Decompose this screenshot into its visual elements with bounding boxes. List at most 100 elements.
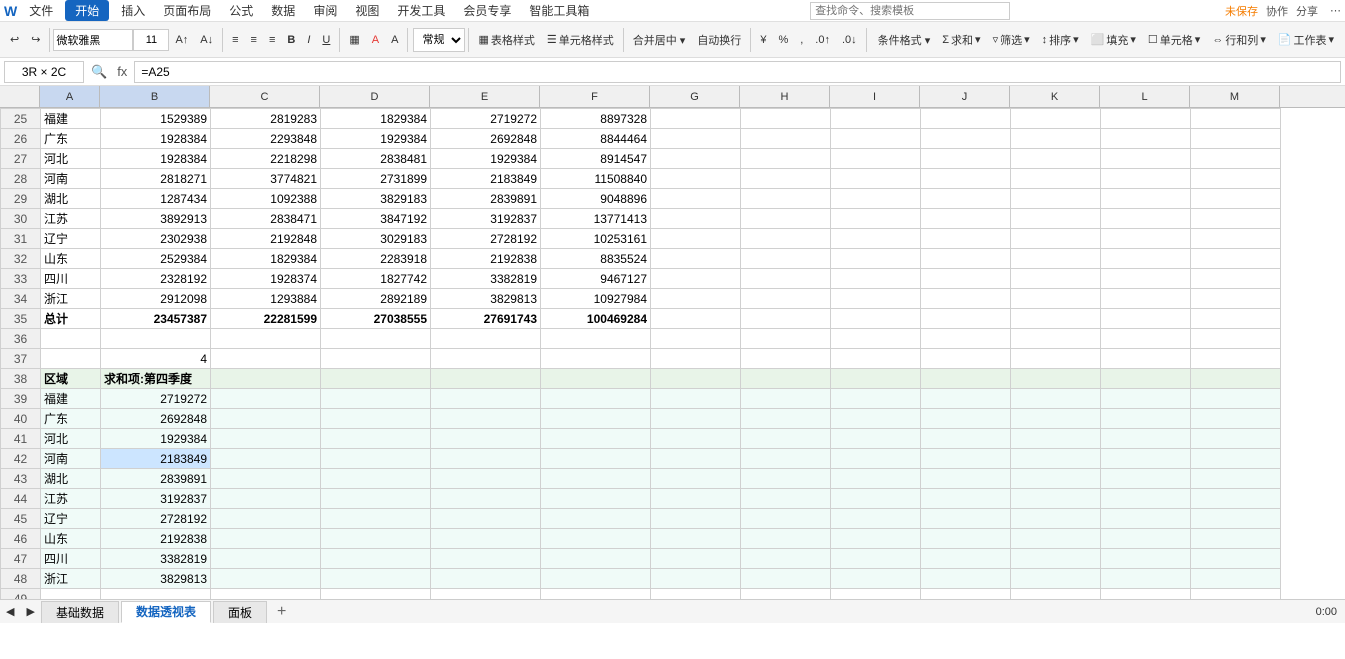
cell-33-6[interactable] [651, 269, 741, 289]
cell-30-1[interactable]: 3892913 [101, 209, 211, 229]
cell-33-7[interactable] [741, 269, 831, 289]
cell-29-12[interactable] [1191, 189, 1281, 209]
redo-btn[interactable]: ↪ [25, 30, 46, 49]
cell-28-7[interactable] [741, 169, 831, 189]
cell-40-8[interactable] [831, 409, 921, 429]
menu-formula[interactable]: 公式 [223, 0, 259, 21]
cell-26-1[interactable]: 1928384 [101, 129, 211, 149]
cell-47-2[interactable] [211, 549, 321, 569]
cell-43-6[interactable] [651, 469, 741, 489]
col-header-d[interactable]: D [320, 86, 430, 107]
cell-41-1[interactable]: 1929384 [101, 429, 211, 449]
cell-25-1[interactable]: 1529389 [101, 109, 211, 129]
cell-31-8[interactable] [831, 229, 921, 249]
cell-btn[interactable]: ☐ 单元格▾ [1142, 29, 1206, 51]
row-header-49[interactable]: 49 [1, 589, 41, 600]
cell-33-1[interactable]: 2328192 [101, 269, 211, 289]
cell-40-6[interactable] [651, 409, 741, 429]
cell-25-3[interactable]: 1829384 [321, 109, 431, 129]
row-header-39[interactable]: 39 [1, 389, 41, 409]
cell-42-11[interactable] [1101, 449, 1191, 469]
decimal-up-btn[interactable]: .0↑ [809, 31, 836, 49]
cell-45-7[interactable] [741, 509, 831, 529]
col-header-m[interactable]: M [1190, 86, 1280, 107]
cell-27-11[interactable] [1101, 149, 1191, 169]
cell-25-2[interactable]: 2819283 [211, 109, 321, 129]
cell-47-4[interactable] [431, 549, 541, 569]
sheet-tab-数据透视表[interactable]: 数据透视表 [121, 601, 211, 623]
col-header-b[interactable]: B [100, 86, 210, 107]
col-header-c[interactable]: C [210, 86, 320, 107]
cell-30-7[interactable] [741, 209, 831, 229]
cell-28-8[interactable] [831, 169, 921, 189]
cell-48-11[interactable] [1101, 569, 1191, 589]
cell-42-3[interactable] [321, 449, 431, 469]
cell-29-8[interactable] [831, 189, 921, 209]
cell-29-0[interactable]: 湖北 [41, 189, 101, 209]
cell-33-2[interactable]: 1928374 [211, 269, 321, 289]
cell-44-11[interactable] [1101, 489, 1191, 509]
col-header-l[interactable]: L [1100, 86, 1190, 107]
cell-44-9[interactable] [921, 489, 1011, 509]
cell-33-9[interactable] [921, 269, 1011, 289]
cell-28-0[interactable]: 河南 [41, 169, 101, 189]
cell-35-12[interactable] [1191, 309, 1281, 329]
row-header-45[interactable]: 45 [1, 509, 41, 529]
cell-38-10[interactable] [1011, 369, 1101, 389]
cell-26-9[interactable] [921, 129, 1011, 149]
cell-35-8[interactable] [831, 309, 921, 329]
cell-47-5[interactable] [541, 549, 651, 569]
cell-34-1[interactable]: 2912098 [101, 289, 211, 309]
cell-25-7[interactable] [741, 109, 831, 129]
cell-34-11[interactable] [1101, 289, 1191, 309]
cell-25-10[interactable] [1011, 109, 1101, 129]
cell-32-6[interactable] [651, 249, 741, 269]
cell-37-1[interactable]: 4 [101, 349, 211, 369]
cell-44-3[interactable] [321, 489, 431, 509]
cell-40-3[interactable] [321, 409, 431, 429]
cell-41-12[interactable] [1191, 429, 1281, 449]
cell-34-3[interactable]: 2892189 [321, 289, 431, 309]
cell-45-12[interactable] [1191, 509, 1281, 529]
row-header-30[interactable]: 30 [1, 209, 41, 229]
cell-37-5[interactable] [541, 349, 651, 369]
cell-39-2[interactable] [211, 389, 321, 409]
cell-47-0[interactable]: 四川 [41, 549, 101, 569]
cell-37-2[interactable] [211, 349, 321, 369]
menu-insert[interactable]: 插入 [115, 0, 151, 21]
cell-46-8[interactable] [831, 529, 921, 549]
cell-43-3[interactable] [321, 469, 431, 489]
scroll-sheets-right[interactable]: ▶ [20, 602, 40, 621]
cell-37-11[interactable] [1101, 349, 1191, 369]
cell-42-7[interactable] [741, 449, 831, 469]
cell-44-6[interactable] [651, 489, 741, 509]
cell-49-1[interactable] [101, 589, 211, 600]
cell-39-4[interactable] [431, 389, 541, 409]
row-header-47[interactable]: 47 [1, 549, 41, 569]
cell-28-4[interactable]: 2183849 [431, 169, 541, 189]
sheet-tab-面板[interactable]: 面板 [213, 601, 267, 623]
cell-25-11[interactable] [1101, 109, 1191, 129]
cell-38-11[interactable] [1101, 369, 1191, 389]
cell-36-3[interactable] [321, 329, 431, 349]
cell-38-3[interactable] [321, 369, 431, 389]
cell-32-0[interactable]: 山东 [41, 249, 101, 269]
cell-26-2[interactable]: 2293848 [211, 129, 321, 149]
cell-36-12[interactable] [1191, 329, 1281, 349]
cell-44-1[interactable]: 3192837 [101, 489, 211, 509]
undo-btn[interactable]: ↩ [4, 30, 25, 49]
fill-btn[interactable]: ⬜ 填充▾ [1085, 29, 1142, 51]
cell-36-2[interactable] [211, 329, 321, 349]
cell-25-5[interactable]: 8897328 [541, 109, 651, 129]
col-header-e[interactable]: E [430, 86, 540, 107]
cell-38-1[interactable]: 求和项:第四季度 [101, 369, 211, 389]
cell-31-12[interactable] [1191, 229, 1281, 249]
cell-49-11[interactable] [1101, 589, 1191, 600]
cell-34-4[interactable]: 3829813 [431, 289, 541, 309]
cell-31-0[interactable]: 辽宁 [41, 229, 101, 249]
menu-file[interactable]: 文件 [23, 0, 59, 21]
cell-39-12[interactable] [1191, 389, 1281, 409]
cell-42-5[interactable] [541, 449, 651, 469]
cell-41-3[interactable] [321, 429, 431, 449]
cell-44-10[interactable] [1011, 489, 1101, 509]
